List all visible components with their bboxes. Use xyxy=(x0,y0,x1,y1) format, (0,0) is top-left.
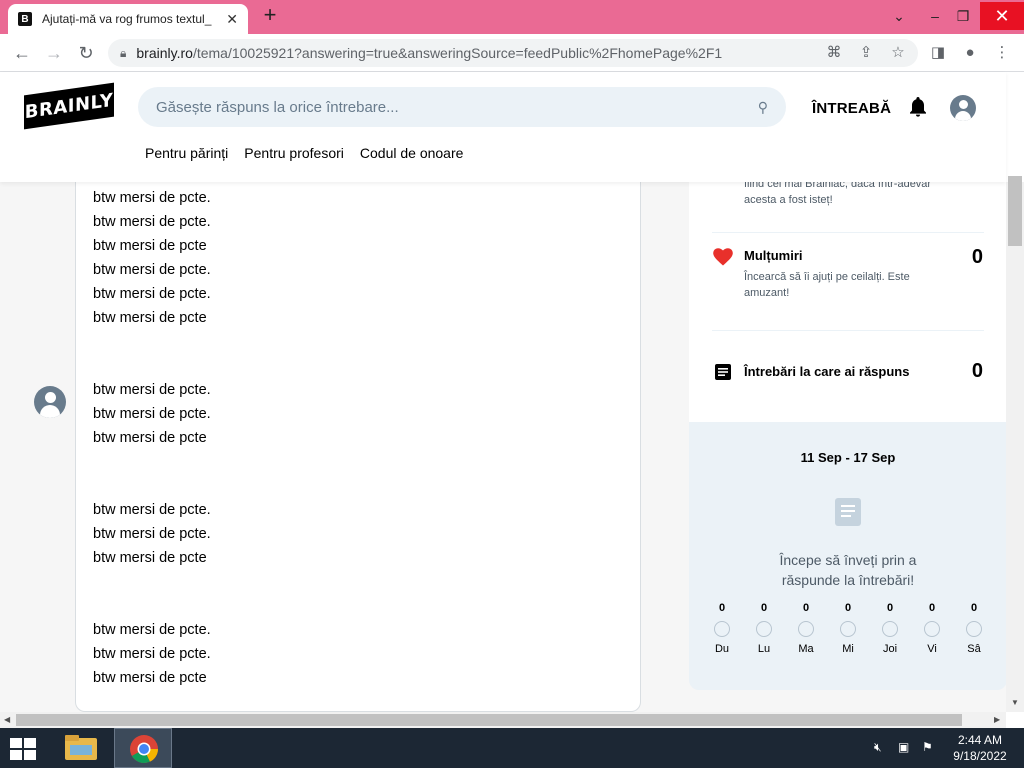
close-window-button[interactable]: ✕ xyxy=(980,2,1024,30)
thanks-count: 0 xyxy=(971,246,983,268)
day-vi: 0 Vi xyxy=(917,602,947,655)
answered-questions-count: 0 xyxy=(971,360,983,382)
nav-parents-link[interactable]: Pentru părinți xyxy=(145,145,228,161)
day-du: 0 Du xyxy=(714,602,730,655)
tab-search-chevron-icon[interactable]: ⌄ xyxy=(884,2,914,30)
answer-line: btw mersi de pcte. xyxy=(93,622,211,638)
user-avatar-icon[interactable] xyxy=(950,95,976,121)
thanks-stat: Mulțumiri Încearcă să îi ajuți pe ceilal… xyxy=(711,246,985,301)
scroll-left-arrow-icon[interactable]: ◀ xyxy=(4,715,10,724)
answered-questions-title: Întrebări la care ai răspuns xyxy=(744,364,910,379)
heart-icon xyxy=(713,248,733,271)
file-explorer-icon[interactable] xyxy=(62,732,100,764)
system-clock[interactable]: 2:44 AM 9/18/2022 xyxy=(950,732,1010,764)
notifications-bell-icon[interactable] xyxy=(908,96,928,123)
document-list-icon xyxy=(715,364,731,385)
share-icon[interactable]: ⇪ xyxy=(854,39,878,67)
restore-button[interactable]: ❐ xyxy=(948,2,978,30)
windows-start-icon[interactable] xyxy=(10,738,38,760)
day-lu: 0 Lu xyxy=(756,602,772,655)
tab-title: Ajutați-mă va rog frumos textul_ xyxy=(42,12,212,26)
back-arrow-icon[interactable]: ← xyxy=(10,41,34,65)
side-panel-icon[interactable]: ◨ xyxy=(926,39,950,67)
clock-date: 9/18/2022 xyxy=(953,749,1007,763)
vertical-scrollbar-thumb[interactable] xyxy=(1008,176,1022,246)
new-tab-button[interactable]: + xyxy=(258,4,282,28)
answerer-avatar-icon[interactable] xyxy=(34,386,66,418)
windows-taskbar: 🔇︎ ▣ ⚑ 2:44 AM 9/18/2022 xyxy=(0,728,1024,768)
horizontal-scrollbar-thumb[interactable] xyxy=(16,714,962,726)
menu-kebab-icon[interactable]: ⋮ xyxy=(990,39,1014,67)
chrome-taskbar-icon[interactable] xyxy=(114,728,172,768)
answer-line: btw mersi de pcte. xyxy=(93,190,211,206)
reload-icon[interactable]: ↻ xyxy=(74,41,98,65)
ask-question-button[interactable]: ÎNTREABĂ xyxy=(812,100,891,117)
profile-icon[interactable]: ● xyxy=(958,39,982,67)
answered-questions-stat: Întrebări la care ai răspuns 0 xyxy=(711,360,985,382)
tab-close-icon[interactable]: ✕ xyxy=(226,11,238,28)
weekly-progress-panel: 11 Sep - 17 Sep Începe să înveți prin a … xyxy=(689,422,1007,690)
scroll-down-arrow-icon[interactable]: ▼ xyxy=(1011,698,1019,707)
document-icon xyxy=(835,498,861,526)
search-icon[interactable]: ⚲ xyxy=(758,99,768,116)
secondary-nav: Pentru părinți Pentru profesori Codul de… xyxy=(145,145,463,161)
answer-line: btw mersi de pcte xyxy=(93,238,207,254)
thanks-description: Încearcă să îi ajuți pe ceilalți. Este a… xyxy=(744,271,910,299)
answer-line: btw mersi de pcte xyxy=(93,550,207,566)
nav-teachers-link[interactable]: Pentru profesori xyxy=(244,145,344,161)
answer-line: btw mersi de pcte. xyxy=(93,406,211,422)
url-host: brainly.ro xyxy=(136,45,193,61)
lock-icon: 🔒︎ xyxy=(120,45,127,60)
week-range: 11 Sep - 17 Sep xyxy=(800,450,896,465)
action-center-flag-icon[interactable]: ⚑ xyxy=(922,740,938,756)
brainly-logo[interactable]: BRAINLY xyxy=(24,82,114,130)
search-placeholder: Găsește răspuns la orice întrebare... xyxy=(156,98,399,116)
address-bar[interactable]: 🔒︎ brainly.ro/tema/10025921?answering=tr… xyxy=(108,39,918,67)
divider xyxy=(712,330,984,331)
thanks-title: Mulțumiri xyxy=(744,248,803,263)
answer-line: btw mersi de pcte xyxy=(93,430,207,446)
clock-time: 2:44 AM xyxy=(957,733,1003,747)
forward-arrow-icon[interactable]: → xyxy=(42,41,66,65)
answer-line: btw mersi de pcte. xyxy=(93,646,211,662)
nav-honor-code-link[interactable]: Codul de onoare xyxy=(360,145,464,161)
vertical-scrollbar[interactable] xyxy=(1006,182,1024,712)
day-mi: 0 Mi xyxy=(833,602,863,655)
minimize-button[interactable]: – xyxy=(920,2,950,30)
answer-line: btw mersi de pcte xyxy=(93,310,207,326)
answer-line: btw mersi de pcte. xyxy=(93,214,211,230)
achievements-panel: fiind cel mai Brainiac, dacă într-adevăr… xyxy=(689,178,1007,422)
answer-line: btw mersi de pcte. xyxy=(93,502,211,518)
volume-muted-icon[interactable]: 🔇︎ xyxy=(874,740,890,756)
browser-tab[interactable]: B Ajutați-mă va rog frumos textul_ ✕ xyxy=(8,4,248,34)
answer-line: btw mersi de pcte. xyxy=(93,286,211,302)
network-icon[interactable]: ▣ xyxy=(898,740,914,756)
answer-line: btw mersi de pcte. xyxy=(93,526,211,542)
search-input[interactable]: Găsește răspuns la orice întrebare... ⚲ xyxy=(138,87,786,127)
scroll-right-arrow-icon[interactable]: ▶ xyxy=(994,715,1000,724)
answer-line: btw mersi de pcte. xyxy=(93,262,211,278)
day-joi: 0 Joi xyxy=(882,602,898,655)
translate-icon[interactable]: ⌘ xyxy=(822,39,846,67)
day-ma: 0 Ma xyxy=(798,602,814,655)
bookmark-star-icon[interactable]: ☆ xyxy=(886,39,910,67)
day-sa: 0 Sâ xyxy=(966,602,982,655)
answer-card: btw mersi de pcte. btw mersi de pcte. bt… xyxy=(75,182,641,712)
divider xyxy=(712,232,984,233)
brainly-favicon-icon: B xyxy=(18,12,32,26)
weekly-empty-message: Începe să înveți prin a răspunde la într… xyxy=(779,552,917,588)
answer-line: btw mersi de pcte xyxy=(93,670,207,686)
browser-title-bar: B Ajutați-mă va rog frumos textul_ ✕ + ⌄… xyxy=(0,0,1024,34)
answer-line: btw mersi de pcte. xyxy=(93,382,211,398)
browser-toolbar: ← → ↻ 🔒︎ brainly.ro/tema/10025921?answer… xyxy=(0,34,1024,72)
site-header: BRAINLY Găsește răspuns la orice întreba… xyxy=(0,72,1006,182)
url-path: /tema/10025921?answering=true&answeringS… xyxy=(192,45,723,61)
